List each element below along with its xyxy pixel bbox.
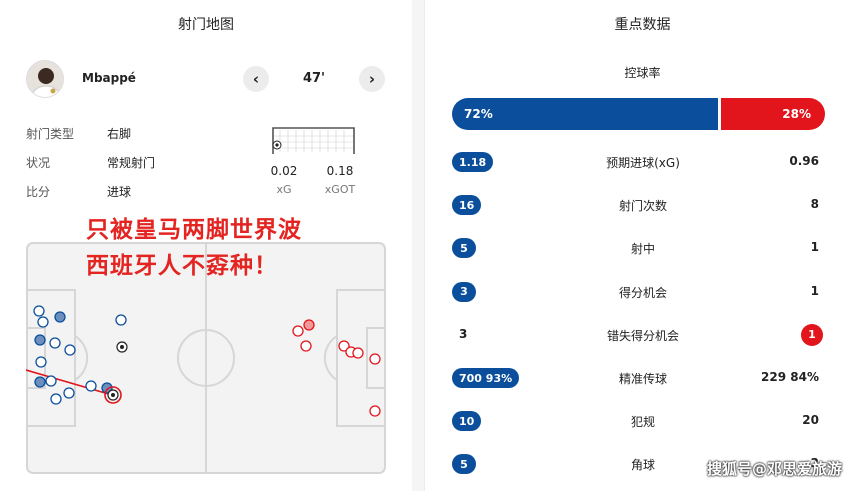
possession-away-bar: 28% [721, 98, 825, 130]
overlay-caption-line1: 只被皇马两脚世界波 [86, 217, 302, 243]
home-shot-marker [35, 356, 47, 368]
chevron-left-icon: ‹ [252, 70, 260, 88]
stat-home-value: 3 [452, 281, 476, 302]
away-shot-marker [300, 340, 312, 352]
result-value: 进球 [107, 185, 132, 199]
player-avatar-image [31, 68, 61, 97]
stat-away-value: 229 84% [761, 370, 819, 384]
stat-home-value: 3 [459, 326, 468, 341]
goal-icon [272, 127, 355, 154]
possession-away-value: 28% [782, 107, 811, 121]
result-label: 比分 [26, 185, 51, 199]
stat-label: 得分机会 [618, 285, 667, 300]
ball-icon-center [111, 393, 115, 397]
away-shot-marker [292, 325, 304, 337]
shot-minute: 47' [302, 71, 326, 86]
panel-divider [412, 0, 424, 491]
key-stats-panel: 重点数据 控球率 72% 28% 预期进球(xG) 1.18 0.96 射门次数 16 8… [424, 0, 860, 491]
player-avatar [26, 60, 64, 98]
situation-value: 常规射门 [107, 156, 156, 170]
stat-row: 错失得分机会 3 1 [425, 323, 860, 347]
possession-label: 控球率 [624, 66, 661, 80]
stat-label: 射门次数 [618, 199, 667, 214]
home-shot-on-target-marker [34, 334, 46, 346]
possession-home-value: 72% [464, 107, 493, 121]
stat-home-value: 700 93% [452, 368, 520, 388]
xgot-value: 0.18 [326, 164, 354, 178]
home-shot-marker [45, 375, 57, 387]
stat-home-value: 5 [452, 454, 476, 475]
away-shot-marker [352, 347, 364, 359]
home-shot-marker [49, 337, 61, 349]
xgot-label: xGOT [324, 183, 356, 196]
next-shot-button[interactable]: › [359, 66, 385, 92]
home-shot-marker [50, 393, 62, 405]
stat-away-value: 8 [810, 197, 819, 212]
stat-home-value: 16 [452, 195, 482, 216]
away-shot-marker [369, 405, 381, 417]
shot-type-label: 射门类型 [26, 127, 75, 141]
home-shot-marker [63, 387, 75, 399]
home-shot-marker [85, 380, 97, 392]
ball-icon-center [120, 345, 124, 349]
xg-label: xG [276, 183, 292, 196]
home-shot-marker [64, 344, 76, 356]
situation-label: 状况 [26, 156, 51, 170]
stat-home-value: 1.18 [452, 152, 494, 172]
shot-map-title: 射门地图 [178, 17, 234, 33]
stat-label: 射中 [630, 242, 655, 257]
stat-row: 得分机会 3 1 [425, 280, 860, 304]
shot-map-panel: 射门地图 Mbappé ‹ 47' › 射门类型 右脚 状况 常规射门 比分 进… [0, 0, 412, 491]
away-shot-marker [369, 353, 381, 365]
stat-home-value: 5 [452, 238, 476, 259]
stat-row: 射中 5 1 [425, 236, 860, 260]
home-shot-on-target-marker [34, 376, 46, 388]
previous-shot-button[interactable]: ‹ [243, 66, 269, 92]
home-shot-marker [33, 305, 45, 317]
away-shot-on-target-marker [303, 319, 315, 331]
stat-away-value: 0.96 [789, 154, 819, 168]
stat-row: 犯规 10 20 [425, 409, 860, 433]
possession-home-bar: 72% [452, 98, 718, 130]
player-name: Mbappé [82, 71, 136, 85]
stat-away-value: 20 [802, 413, 819, 428]
stat-label: 错失得分机会 [606, 328, 679, 343]
watermark: 搜狐号@邓思爱旅游 [706, 460, 842, 478]
xg-value: 0.02 [270, 164, 298, 178]
shot-type-value: 右脚 [107, 127, 132, 141]
overlay-caption-line2: 西班牙人不孬种！ [86, 253, 278, 279]
chevron-right-icon: › [368, 70, 376, 88]
home-shot-marker [115, 314, 127, 326]
home-shot-marker [37, 316, 49, 328]
stat-row: 精准传球 700 93% 229 84% [425, 366, 860, 390]
home-shot-on-target-marker [54, 311, 66, 323]
stat-away-value: 1 [801, 323, 823, 346]
stat-row: 射门次数 16 8 [425, 193, 860, 217]
stat-away-value: 1 [810, 240, 819, 255]
key-stats-title: 重点数据 [614, 17, 671, 33]
stat-row: 预期进球(xG) 1.18 0.96 [425, 150, 860, 174]
stat-label: 犯规 [630, 415, 655, 430]
stat-home-value: 10 [452, 411, 482, 432]
stat-away-value: 1 [810, 283, 819, 298]
